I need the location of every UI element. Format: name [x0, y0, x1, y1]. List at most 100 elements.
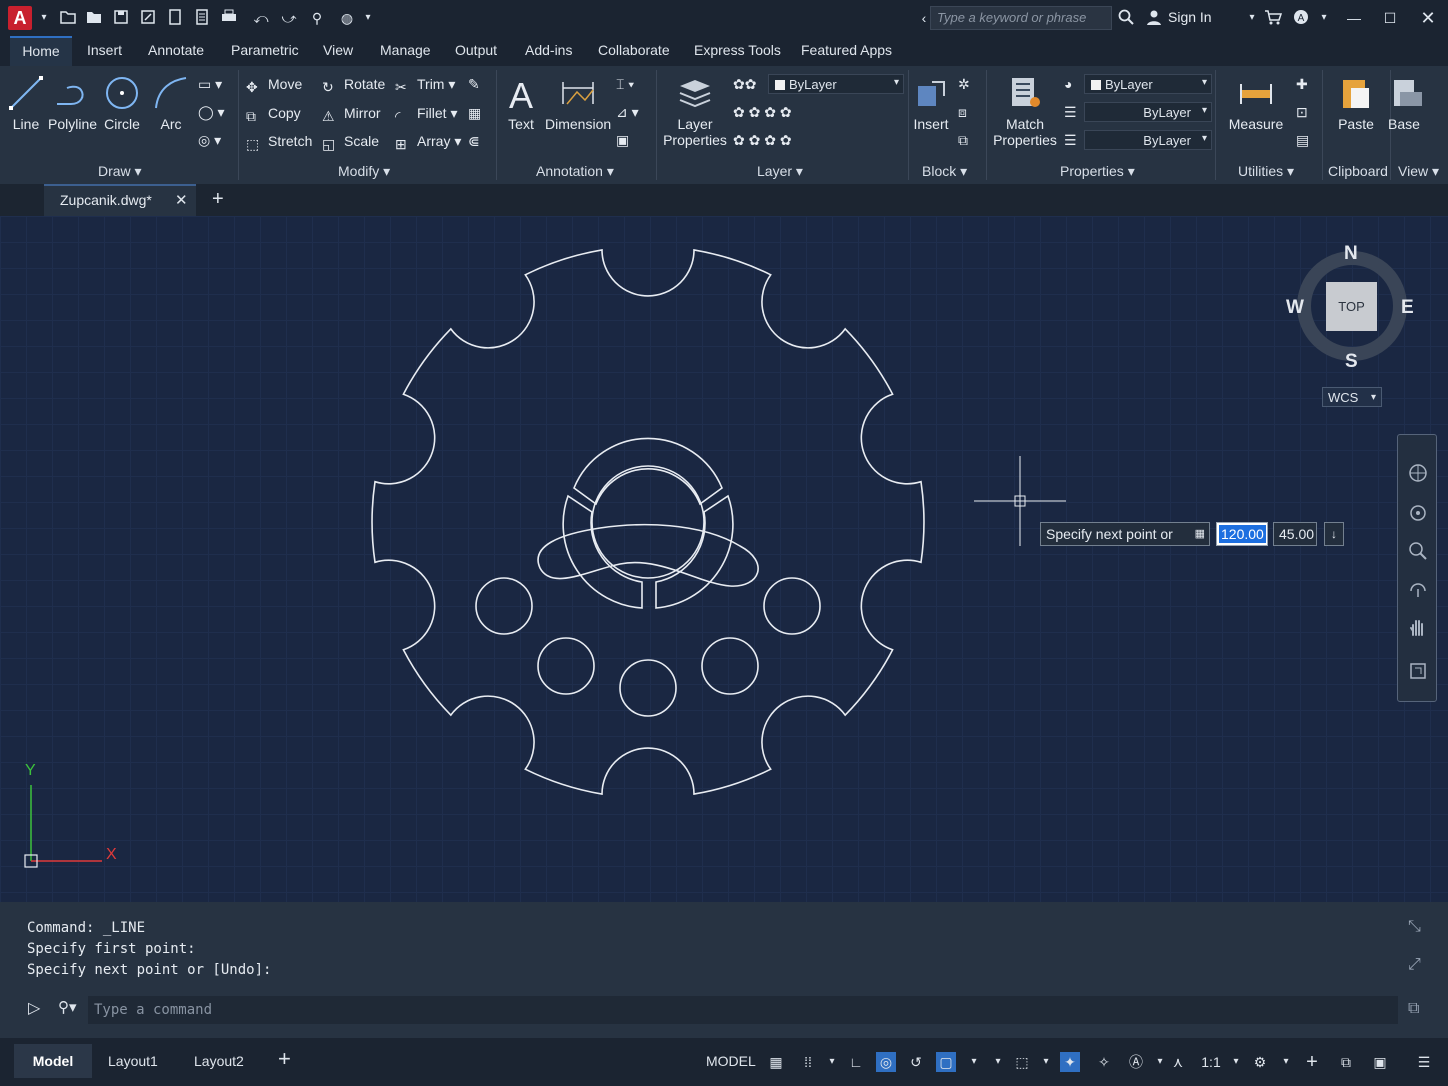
trim-button[interactable]: ✂ Trim ▾ [395, 76, 455, 95]
search-input[interactable]: Type a keyword or phrase [930, 6, 1112, 30]
command-expand-icon[interactable]: ⤢ [1408, 956, 1421, 974]
pan-hand-icon[interactable] [1408, 617, 1428, 637]
move-button[interactable]: ✥ Move [246, 76, 302, 95]
table-icon[interactable]: ⊿ ▾ [616, 104, 639, 121]
workspace-chevron-icon[interactable]: ▾ [1276, 1052, 1296, 1072]
compass-west[interactable]: W [1286, 297, 1304, 319]
add-layout-icon[interactable]: + [278, 1046, 291, 1072]
erase-icon[interactable]: ✎ [468, 76, 480, 93]
customization-menu-icon[interactable]: ☰ [1414, 1052, 1434, 1072]
lineweight-dropdown[interactable]: ByLayer ▾ [1084, 130, 1212, 150]
print-icon[interactable] [219, 8, 239, 28]
save-as-icon[interactable] [138, 8, 158, 28]
tab-add-ins[interactable]: Add-ins [525, 42, 572, 58]
annotation-monitor-icon[interactable]: ⋏ [1168, 1052, 1188, 1072]
scale-button[interactable]: ◱ Scale [322, 133, 379, 152]
drawing-canvas[interactable]: Specify next point or ▦ 120.00 45.00 ↓ N … [0, 216, 1448, 902]
command-history-icon[interactable]: ⧉ [1408, 1000, 1419, 1018]
polar-tracking-icon[interactable]: ◎ [876, 1052, 896, 1072]
rotate-button[interactable]: ↻ Rotate [322, 76, 385, 95]
annotation-scale-icon[interactable]: Ⓐ [1126, 1052, 1146, 1072]
quick-calc-icon[interactable]: ⊡ [1296, 104, 1308, 121]
copy-button[interactable]: ⧉ Copy [246, 105, 301, 124]
ortho-icon[interactable]: ∟ [846, 1052, 866, 1072]
selection-chevron-icon[interactable]: ▾ [1036, 1052, 1056, 1072]
compass-south[interactable]: S [1345, 351, 1358, 373]
explode-icon[interactable]: ▦ [468, 105, 481, 122]
point-style-icon[interactable]: ✚ [1296, 76, 1308, 93]
tab-parametric[interactable]: Parametric [231, 42, 299, 58]
app-logo[interactable]: A [8, 6, 32, 30]
annotation-panel-label[interactable]: Annotation ▾ [536, 163, 614, 180]
more-chevron-icon[interactable]: ▾ [988, 1052, 1008, 1072]
layout-tab-layout1[interactable]: Layout1 [108, 1053, 158, 1069]
help-chevron-icon[interactable]: ▾ [1314, 8, 1334, 28]
rectangle-icon[interactable]: ▭ ▾ [198, 76, 222, 93]
redo-icon[interactable]: ⤻ [276, 8, 302, 28]
text-button[interactable]: A Text [500, 74, 542, 132]
steering-wheel-icon[interactable] [1408, 463, 1428, 483]
layer-panel-label[interactable]: Layer ▾ [757, 163, 803, 180]
tab-insert[interactable]: Insert [87, 42, 122, 58]
file-tab-zupcanik[interactable]: Zupcanik.dwg* [44, 184, 196, 216]
scale-chevron-icon[interactable]: ▾ [1150, 1052, 1170, 1072]
search-icon[interactable] [1116, 8, 1136, 28]
clipboard-panel-label[interactable]: Clipboard [1328, 163, 1388, 179]
command-input[interactable]: Type a command [88, 996, 1398, 1024]
leader-icon[interactable]: ⌶ ▾ [616, 76, 634, 93]
fillet-button[interactable]: ◜ Fillet ▾ [395, 105, 457, 124]
publish-icon[interactable] [192, 8, 212, 28]
layer-state-icons[interactable]: ✿✿ [733, 76, 756, 93]
circle-button[interactable]: Circle [101, 74, 143, 132]
tab-view[interactable]: View [323, 42, 353, 58]
close-icon[interactable]: ✕ [1418, 8, 1438, 28]
edit-block-icon[interactable]: ⧈ [958, 104, 967, 121]
orbit-icon[interactable] [1408, 579, 1428, 599]
annotation-visibility-icon[interactable]: ✦ [1060, 1052, 1080, 1072]
osnap-chevron-icon[interactable]: ▾ [964, 1052, 984, 1072]
compass-north[interactable]: N [1344, 243, 1358, 265]
sign-in-link[interactable]: Sign In [1168, 9, 1212, 25]
view-panel-label[interactable]: View ▾ [1398, 163, 1439, 180]
arc-button[interactable]: Arc [150, 74, 192, 132]
help-icon[interactable]: A [1291, 8, 1311, 28]
pan-target-icon[interactable] [1408, 503, 1428, 523]
tab-manage[interactable]: Manage [380, 42, 431, 58]
measure-button[interactable]: Measure [1222, 74, 1290, 132]
layer-properties-button[interactable]: Layer Properties [662, 74, 728, 148]
tab-output[interactable]: Output [455, 42, 497, 58]
undo-icon[interactable]: ⤺ [248, 8, 274, 28]
zoom-icon[interactable] [1408, 541, 1428, 561]
modify-panel-label[interactable]: Modify ▾ [338, 163, 390, 180]
object-snap-icon[interactable]: ▢ [936, 1052, 956, 1072]
tab-collaborate[interactable]: Collaborate [598, 42, 670, 58]
tab-annotate[interactable]: Annotate [148, 42, 204, 58]
sign-in-chevron-icon[interactable]: ▾ [1242, 8, 1262, 28]
minimize-icon[interactable]: — [1344, 8, 1364, 28]
line-button[interactable]: Line [6, 74, 46, 132]
isolate-objects-icon[interactable]: ⧉ [1336, 1052, 1356, 1072]
id-point-icon[interactable]: ▤ [1296, 132, 1309, 149]
graphics-performance-icon[interactable]: ▣ [1370, 1052, 1390, 1072]
angle-input[interactable]: 45.00 [1273, 522, 1317, 546]
polyline-button[interactable]: Polyline [48, 74, 97, 132]
save-icon[interactable] [111, 8, 131, 28]
paste-button[interactable]: Paste [1332, 74, 1380, 132]
showmotion-icon[interactable] [1408, 661, 1428, 681]
compass-east[interactable]: E [1401, 297, 1414, 319]
open-file-icon[interactable] [84, 8, 104, 28]
auto-scale-icon[interactable]: ✧ [1094, 1052, 1114, 1072]
block-attribute-icon[interactable]: ⧉ [958, 132, 968, 149]
ucs-dropdown[interactable]: WCS ▾ [1322, 387, 1382, 407]
create-block-icon[interactable]: ✲ [958, 76, 970, 93]
viewcube-top-face[interactable]: TOP [1326, 282, 1377, 331]
length-input[interactable]: 120.00 [1216, 522, 1268, 546]
region-icon[interactable]: ◎ ▾ [198, 132, 221, 149]
hatch-icon[interactable]: ◯ ▾ [198, 104, 225, 121]
layer-dropdown[interactable]: ByLayer ▾ [768, 74, 904, 94]
mirror-button[interactable]: ⚠ Mirror [322, 105, 381, 124]
snap-mode-icon[interactable]: ⁞⁞ [798, 1052, 818, 1072]
block-panel-label[interactable]: Block ▾ [922, 163, 967, 180]
viewport-scale[interactable]: 1:1 [1198, 1052, 1224, 1072]
layer-tools-row1-icons[interactable]: ✿ ✿ ✿ ✿ [733, 104, 792, 121]
